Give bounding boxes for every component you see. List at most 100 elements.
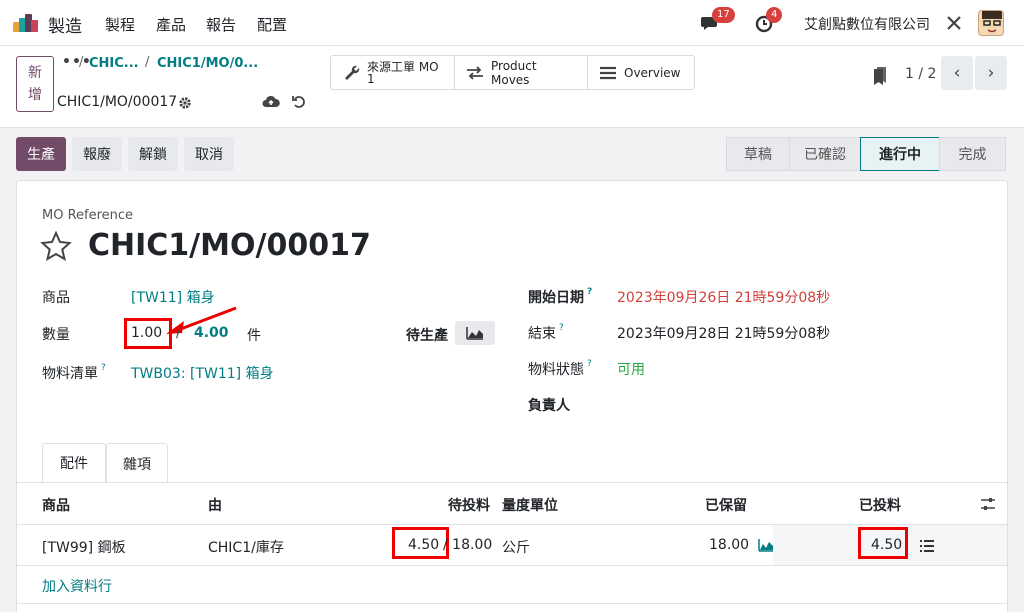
user-avatar[interactable] <box>978 10 1004 36</box>
record-name: CHIC1/MO/00017 <box>57 94 178 110</box>
highlight-box <box>392 527 449 559</box>
pager-value[interactable]: 1 / 2 <box>905 66 936 82</box>
new-button[interactable]: 新增 <box>16 56 54 112</box>
product-label: 商品 <box>42 290 70 306</box>
smart-buttons: 來源工單 MO 1 Product Moves Overview <box>330 55 695 90</box>
company-switcher[interactable]: 艾創點數位有限公司 <box>804 14 930 34</box>
messages-icon[interactable]: 17 <box>700 7 735 34</box>
scrap-button[interactable]: 報廢 <box>72 137 122 171</box>
wrench-icon <box>345 65 360 80</box>
star-icon[interactable] <box>40 230 72 262</box>
menu-configuration[interactable]: 配置 <box>257 14 287 35</box>
row-product[interactable]: [TW99] 鋼板 <box>42 537 126 557</box>
help-tooltip-icon[interactable]: ? <box>101 363 106 373</box>
exchange-arrows-icon <box>467 65 483 80</box>
control-panel: 新增 ••• / CHIC... / CHIC1/MO/0... CHIC1/M… <box>0 46 1024 128</box>
column-header-to-consume[interactable]: 待投料 <box>448 495 490 515</box>
page-title: CHIC1/MO/00017 <box>88 228 371 263</box>
statusbar: 草稿 已確認 進行中 完成 <box>726 137 1006 171</box>
list-lines-icon <box>600 66 616 79</box>
bookmark-icon[interactable] <box>872 65 888 85</box>
column-header-consumed[interactable]: 已投料 <box>859 495 901 515</box>
row-to-consume-total: / 18.00 <box>443 537 493 553</box>
bom-field[interactable]: TWB03: [TW11] 箱身 <box>131 363 274 383</box>
breadcrumb-ellipsis[interactable]: ••• <box>62 54 92 70</box>
pager-next-button[interactable]: › <box>975 56 1007 90</box>
activities-clock-icon[interactable]: 4 <box>754 7 783 34</box>
menu-products[interactable]: 產品 <box>156 14 186 35</box>
forecast-chart-button[interactable] <box>455 321 495 345</box>
product-moves-button[interactable]: Product Moves <box>455 56 588 89</box>
breadcrumb-item[interactable]: CHIC1/MO/0... <box>157 56 258 71</box>
end-date-label-text: 結束 <box>528 326 556 342</box>
app-name[interactable]: 製造 <box>48 12 82 37</box>
forecast-area-chart-icon[interactable] <box>758 538 774 552</box>
debug-tools-icon[interactable] <box>945 14 963 32</box>
column-header-uom[interactable]: 量度單位 <box>502 495 558 515</box>
cloud-upload-icon[interactable] <box>262 94 280 110</box>
source-mo-label: 來源工單 MO 1 <box>367 59 439 86</box>
row-from-location[interactable]: CHIC1/庫存 <box>208 537 284 557</box>
end-date-label: 結束? <box>528 323 564 343</box>
activities-badge: 4 <box>766 7 783 23</box>
status-done[interactable]: 完成 <box>939 137 1006 171</box>
table-footer-divider <box>17 603 1007 604</box>
produce-button[interactable]: 生產 <box>16 137 66 171</box>
breadcrumb-separator: / <box>145 55 150 70</box>
menu-reporting[interactable]: 報告 <box>206 14 236 35</box>
overview-button[interactable]: Overview <box>588 56 694 89</box>
breadcrumb-item[interactable]: CHIC... <box>89 56 139 71</box>
row-reserved: 18.00 <box>709 537 750 553</box>
tab-miscellaneous[interactable]: 雜項 <box>106 443 168 483</box>
material-status-label: 物料狀態? <box>528 359 592 379</box>
cancel-button[interactable]: 取消 <box>184 137 234 171</box>
pager-previous-button[interactable]: ‹ <box>941 56 973 90</box>
help-tooltip-icon[interactable]: ? <box>587 359 592 369</box>
tab-components[interactable]: 配件 <box>42 443 106 483</box>
bom-label-text: 物料清單 <box>42 366 98 382</box>
unlock-button[interactable]: 解鎖 <box>128 137 178 171</box>
add-line-link[interactable]: 加入資料行 <box>42 576 112 596</box>
material-status-label-text: 物料狀態 <box>528 362 584 378</box>
chevron-right-icon: › <box>987 63 995 83</box>
new-button-label: 新增 <box>28 65 42 103</box>
responsible-label: 負責人 <box>528 398 570 414</box>
tab-divider <box>17 482 1007 483</box>
start-date-label-text: 開始日期 <box>528 290 584 306</box>
quantity-separator: / <box>176 325 181 341</box>
row-uom[interactable]: 公斤 <box>502 537 530 557</box>
quantity-uom: 件 <box>247 328 261 344</box>
mo-reference-label: MO Reference <box>42 208 134 223</box>
start-date-field[interactable]: 2023年09月26日 21時59分08秒 <box>617 287 830 307</box>
optional-columns-sliders-icon[interactable] <box>980 496 996 512</box>
column-header-from[interactable]: 由 <box>208 495 222 515</box>
status-draft[interactable]: 草稿 <box>726 137 790 171</box>
breadcrumb-separator: / <box>79 55 84 70</box>
quantity-label: 數量 <box>42 327 70 343</box>
discard-undo-icon[interactable] <box>292 94 308 110</box>
to-produce-label: 待生產 <box>406 328 448 344</box>
menu-operations[interactable]: 製程 <box>105 14 135 35</box>
help-tooltip-icon[interactable]: ? <box>559 323 564 333</box>
area-chart-icon <box>466 327 483 340</box>
column-header-product[interactable]: 商品 <box>42 495 70 515</box>
chevron-left-icon: ‹ <box>953 63 961 83</box>
product-moves-label: Product Moves <box>491 58 537 87</box>
source-mo-button[interactable]: 來源工單 MO 1 <box>331 56 455 89</box>
help-tooltip-icon[interactable]: ? <box>587 287 592 297</box>
top-navbar: 製造 製程 產品 報告 配置 17 4 艾創點數位有限公司 <box>0 0 1024 46</box>
highlight-box <box>858 527 908 559</box>
gear-icon[interactable] <box>178 96 194 112</box>
quantity-total-input[interactable]: 4.00 <box>194 325 229 341</box>
status-in-progress[interactable]: 進行中 <box>860 137 940 171</box>
column-header-reserved[interactable]: 已保留 <box>705 495 747 515</box>
bom-label: 物料清單? <box>42 363 106 383</box>
end-date-field[interactable]: 2023年09月28日 21時59分08秒 <box>617 323 830 343</box>
status-confirmed[interactable]: 已確認 <box>789 137 861 171</box>
table-row-divider <box>17 565 1007 566</box>
overview-label: Overview <box>624 65 681 80</box>
app-logo-icon[interactable] <box>13 14 39 32</box>
messages-badge: 17 <box>712 7 735 23</box>
detailed-operations-list-icon[interactable] <box>919 539 935 553</box>
material-status-value: 可用 <box>617 362 645 378</box>
